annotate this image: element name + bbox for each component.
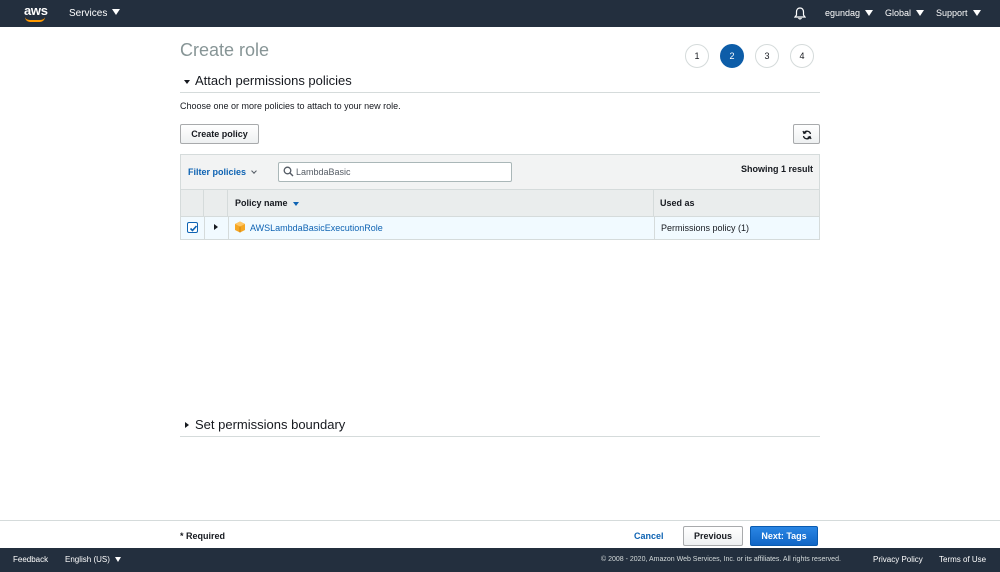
policy-name-link[interactable]: AWSLambdaBasicExecutionRole — [250, 223, 383, 233]
feedback-link[interactable]: Feedback — [13, 555, 48, 564]
required-note: * Required — [180, 531, 226, 541]
cancel-button[interactable]: Cancel — [634, 531, 664, 541]
user-menu[interactable]: egundag — [825, 0, 874, 27]
select-all-column — [181, 190, 204, 216]
search-input[interactable] — [296, 165, 506, 179]
aws-logo-text: aws — [24, 3, 48, 18]
column-divider — [228, 217, 229, 239]
expand-row-icon[interactable] — [214, 224, 218, 230]
permissions-boundary-header[interactable]: Set permissions boundary — [180, 417, 820, 437]
language-label: English (US) — [65, 555, 110, 564]
refresh-button[interactable] — [793, 124, 820, 144]
previous-button[interactable]: Previous — [683, 526, 743, 546]
column-divider — [204, 217, 205, 239]
action-bar: * Required Cancel Previous Next: Tags — [0, 520, 1000, 548]
step-3: 3 — [755, 44, 779, 68]
checkmark-icon — [189, 225, 198, 232]
filter-policies-label: Filter policies — [188, 167, 247, 177]
policy-name-column-header[interactable]: Policy name — [228, 190, 654, 216]
caret-down-icon — [114, 557, 121, 563]
step-1: 1 — [685, 44, 709, 68]
page-title: Create role — [180, 40, 270, 60]
bell-icon[interactable] — [793, 7, 807, 20]
region-menu[interactable]: Global — [885, 0, 925, 27]
aws-smile-icon — [25, 17, 45, 22]
next-tags-button[interactable]: Next: Tags — [750, 526, 818, 546]
services-menu[interactable]: Services — [69, 0, 121, 27]
terms-of-use-link[interactable]: Terms of Use — [939, 555, 986, 564]
region-label: Global — [885, 8, 912, 18]
attach-permissions-title: Attach permissions policies — [195, 73, 352, 88]
policy-cube-icon — [235, 221, 245, 233]
support-label: Support — [936, 8, 968, 18]
chevron-down-icon — [251, 168, 257, 174]
expand-icon — [185, 422, 189, 428]
used-as-value: Permissions policy (1) — [661, 223, 750, 233]
filter-policies-dropdown[interactable]: Filter policies — [188, 167, 257, 177]
search-box[interactable] — [278, 162, 512, 182]
used-as-header-label: Used as — [660, 198, 695, 208]
policy-name-header-label: Policy name — [235, 198, 288, 208]
step-4: 4 — [790, 44, 814, 68]
sort-desc-icon — [292, 201, 299, 206]
attach-description: Choose one or more policies to attach to… — [180, 101, 401, 111]
search-icon — [283, 166, 294, 177]
permissions-boundary-title: Set permissions boundary — [195, 417, 346, 432]
attach-permissions-header[interactable]: Attach permissions policies — [180, 73, 820, 93]
column-divider — [654, 217, 655, 239]
privacy-policy-link[interactable]: Privacy Policy — [873, 555, 923, 564]
refresh-icon — [801, 130, 812, 140]
aws-logo[interactable]: aws — [24, 3, 48, 23]
collapse-icon — [184, 80, 190, 84]
language-selector[interactable]: English (US) — [65, 555, 121, 564]
filter-bar: Filter policies Showing 1 result — [180, 154, 820, 189]
caret-down-icon — [112, 9, 121, 16]
table-header: Policy name Used as — [180, 189, 820, 217]
caret-down-icon — [865, 9, 874, 16]
caret-down-icon — [972, 9, 981, 16]
user-label: egundag — [825, 8, 861, 18]
step-2-active: 2 — [720, 44, 744, 68]
services-label: Services — [69, 8, 108, 19]
footer-bar: Feedback English (US) © 2008 - 2020, Ama… — [0, 548, 1000, 572]
expand-column — [204, 190, 228, 216]
result-count: Showing 1 result — [740, 164, 813, 174]
row-checkbox[interactable] — [187, 222, 198, 233]
support-menu[interactable]: Support — [936, 0, 981, 27]
table-row[interactable]: AWSLambdaBasicExecutionRole Permissions … — [180, 217, 820, 240]
top-nav: aws Services egundag Global Support — [0, 0, 1000, 27]
copyright-text: © 2008 - 2020, Amazon Web Services, Inc.… — [601, 556, 841, 563]
caret-down-icon — [916, 9, 925, 16]
used-as-column-header[interactable]: Used as — [654, 190, 819, 216]
create-policy-button[interactable]: Create policy — [180, 124, 259, 144]
